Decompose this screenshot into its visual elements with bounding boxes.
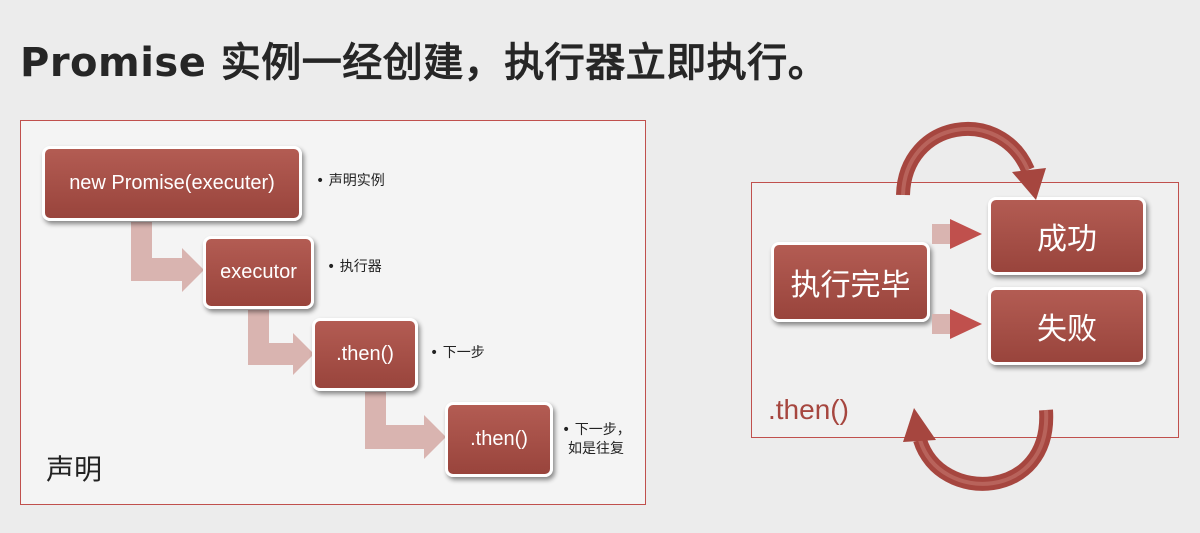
- flow-arrows-layer: [896, 121, 1054, 491]
- arrow-to-fail: [932, 309, 982, 339]
- top-loop-arrow: [896, 121, 1046, 200]
- bottom-loop-arrow: [903, 408, 1054, 491]
- arrow-to-success: [932, 219, 982, 249]
